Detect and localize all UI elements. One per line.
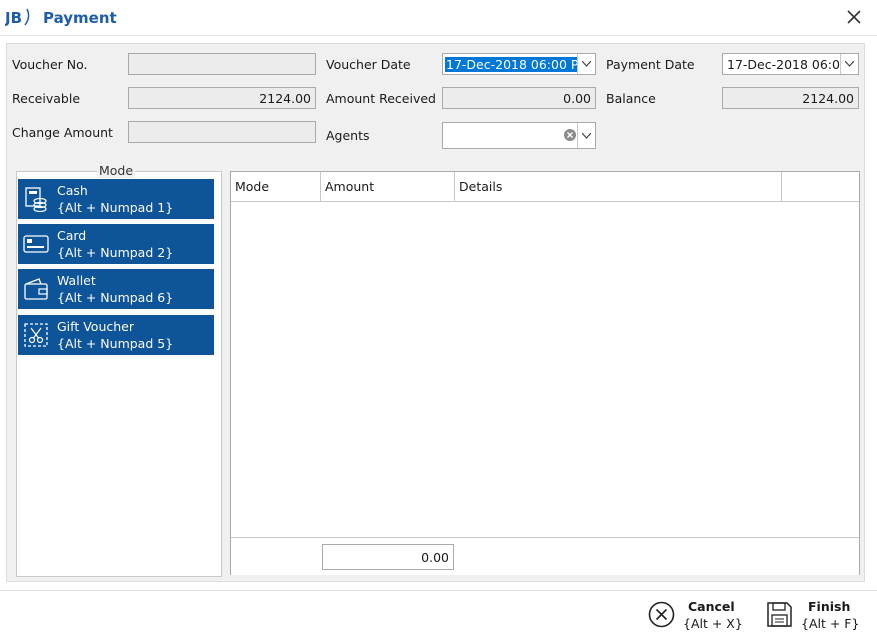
receivable-field[interactable]: 2124.00 [128,87,316,109]
payment-form-panel: Voucher No. Voucher Date 17-Dec-2018 06:… [6,43,865,582]
balance-field[interactable]: 2124.00 [722,87,859,109]
finish-button[interactable]: Finish {Alt + F} [764,591,864,640]
gift-voucher-mode-label: Gift Voucher [57,319,134,334]
cash-icon [25,187,47,212]
action-bar: Cancel {Alt + X} Finish {Alt + F} [0,590,877,640]
chevron-down-icon [845,61,854,67]
voucher-date-dropdown[interactable] [577,54,595,74]
gift-voucher-mode-shortcut: {Alt + Numpad 5} [57,336,174,351]
card-mode-label: Card [57,228,87,243]
column-header-details[interactable]: Details [455,172,782,201]
voucher-no-field[interactable] [128,53,316,75]
chevron-down-icon [582,133,591,139]
agents-label: Agents [326,128,370,143]
cancel-shortcut: {Alt + X} [683,616,743,631]
close-icon[interactable] [843,6,865,28]
agents-dropdown[interactable] [577,123,595,148]
payment-grid[interactable]: Mode Amount Details 0.00 [230,171,860,575]
cancel-button[interactable]: Cancel {Alt + X} [646,591,746,640]
card-icon [23,235,49,253]
voucher-date-combo[interactable]: 17-Dec-2018 06:00 PM [442,53,596,75]
voucher-no-label: Voucher No. [12,57,88,72]
column-header-extra[interactable] [782,172,859,201]
agents-combo[interactable] [442,122,596,149]
payment-date-value: 17-Dec-2018 06:00 [727,57,848,72]
mode-group-caption: Mode [97,163,136,178]
finish-label: Finish [808,599,851,614]
grid-footer: 0.00 [231,537,859,575]
card-mode-button[interactable]: Card {Alt + Numpad 2} [18,224,214,264]
change-amount-field[interactable] [128,121,316,143]
clear-icon[interactable] [564,129,576,141]
total-amount-field: 0.00 [322,544,454,570]
receivable-label: Receivable [12,91,81,106]
amount-received-field[interactable]: 0.00 [442,87,596,109]
wallet-mode-button[interactable]: Wallet {Alt + Numpad 6} [18,269,214,309]
window-title: Payment [43,9,117,27]
finish-shortcut: {Alt + F} [801,616,860,631]
column-header-amount[interactable]: Amount [321,172,455,201]
title-bar: JB Payment [0,0,877,36]
amount-received-label: Amount Received [326,91,436,106]
grid-header: Mode Amount Details [231,172,859,202]
wallet-mode-shortcut: {Alt + Numpad 6} [57,290,174,305]
logo-text: JB [5,9,22,27]
cash-mode-label: Cash [57,183,88,198]
cash-mode-shortcut: {Alt + Numpad 1} [57,200,174,215]
chevron-down-icon [582,61,591,67]
gift-voucher-mode-button[interactable]: Gift Voucher {Alt + Numpad 5} [18,315,214,355]
cancel-label: Cancel [688,599,735,614]
payment-date-combo[interactable]: 17-Dec-2018 06:00 [722,53,859,75]
save-icon [767,602,792,627]
wallet-mode-label: Wallet [57,273,96,288]
payment-date-label: Payment Date [606,57,695,72]
column-header-mode[interactable]: Mode [231,172,321,201]
balance-label: Balance [606,91,656,106]
cash-mode-button[interactable]: Cash {Alt + Numpad 1} [18,179,214,219]
wallet-icon [24,278,48,300]
voucher-date-value: 17-Dec-2018 06:00 PM [445,57,591,72]
cancel-icon [648,601,675,628]
voucher-date-label: Voucher Date [326,57,411,72]
payment-date-dropdown[interactable] [840,54,858,74]
change-amount-label: Change Amount [12,125,113,140]
card-mode-shortcut: {Alt + Numpad 2} [57,245,174,260]
app-logo: JB [5,8,30,27]
gift-voucher-icon [24,323,48,347]
